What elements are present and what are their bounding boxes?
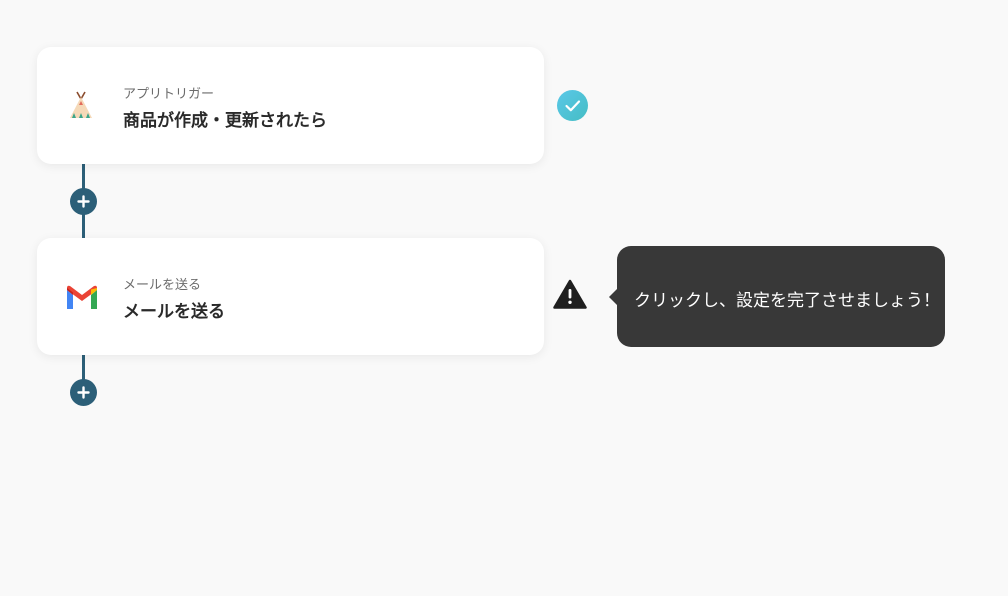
flow-connector-line — [82, 355, 85, 381]
check-circle-icon — [557, 90, 588, 121]
teepee-icon — [65, 89, 99, 123]
step-title: 商品が作成・更新されたら — [123, 111, 327, 131]
step-subtitle: メールを送る — [123, 278, 202, 293]
add-step-button[interactable] — [70, 188, 97, 215]
step-title: メールを送る — [123, 302, 225, 322]
send-mail-step-card[interactable]: メールを送る メールを送る — [37, 238, 544, 355]
step-subtitle: アプリトリガー — [123, 87, 215, 102]
plus-icon — [77, 386, 90, 399]
gmail-icon — [65, 281, 99, 315]
tooltip-text: クリックし、設定を完了させましょう！ — [634, 291, 940, 311]
add-step-button[interactable] — [70, 379, 97, 406]
setup-hint-tooltip: クリックし、設定を完了させましょう！ — [609, 246, 945, 347]
tooltip-arrow — [609, 289, 617, 305]
plus-icon — [77, 195, 90, 208]
trigger-step-card[interactable]: アプリトリガー 商品が作成・更新されたら — [37, 47, 544, 164]
warning-icon — [553, 279, 587, 309]
